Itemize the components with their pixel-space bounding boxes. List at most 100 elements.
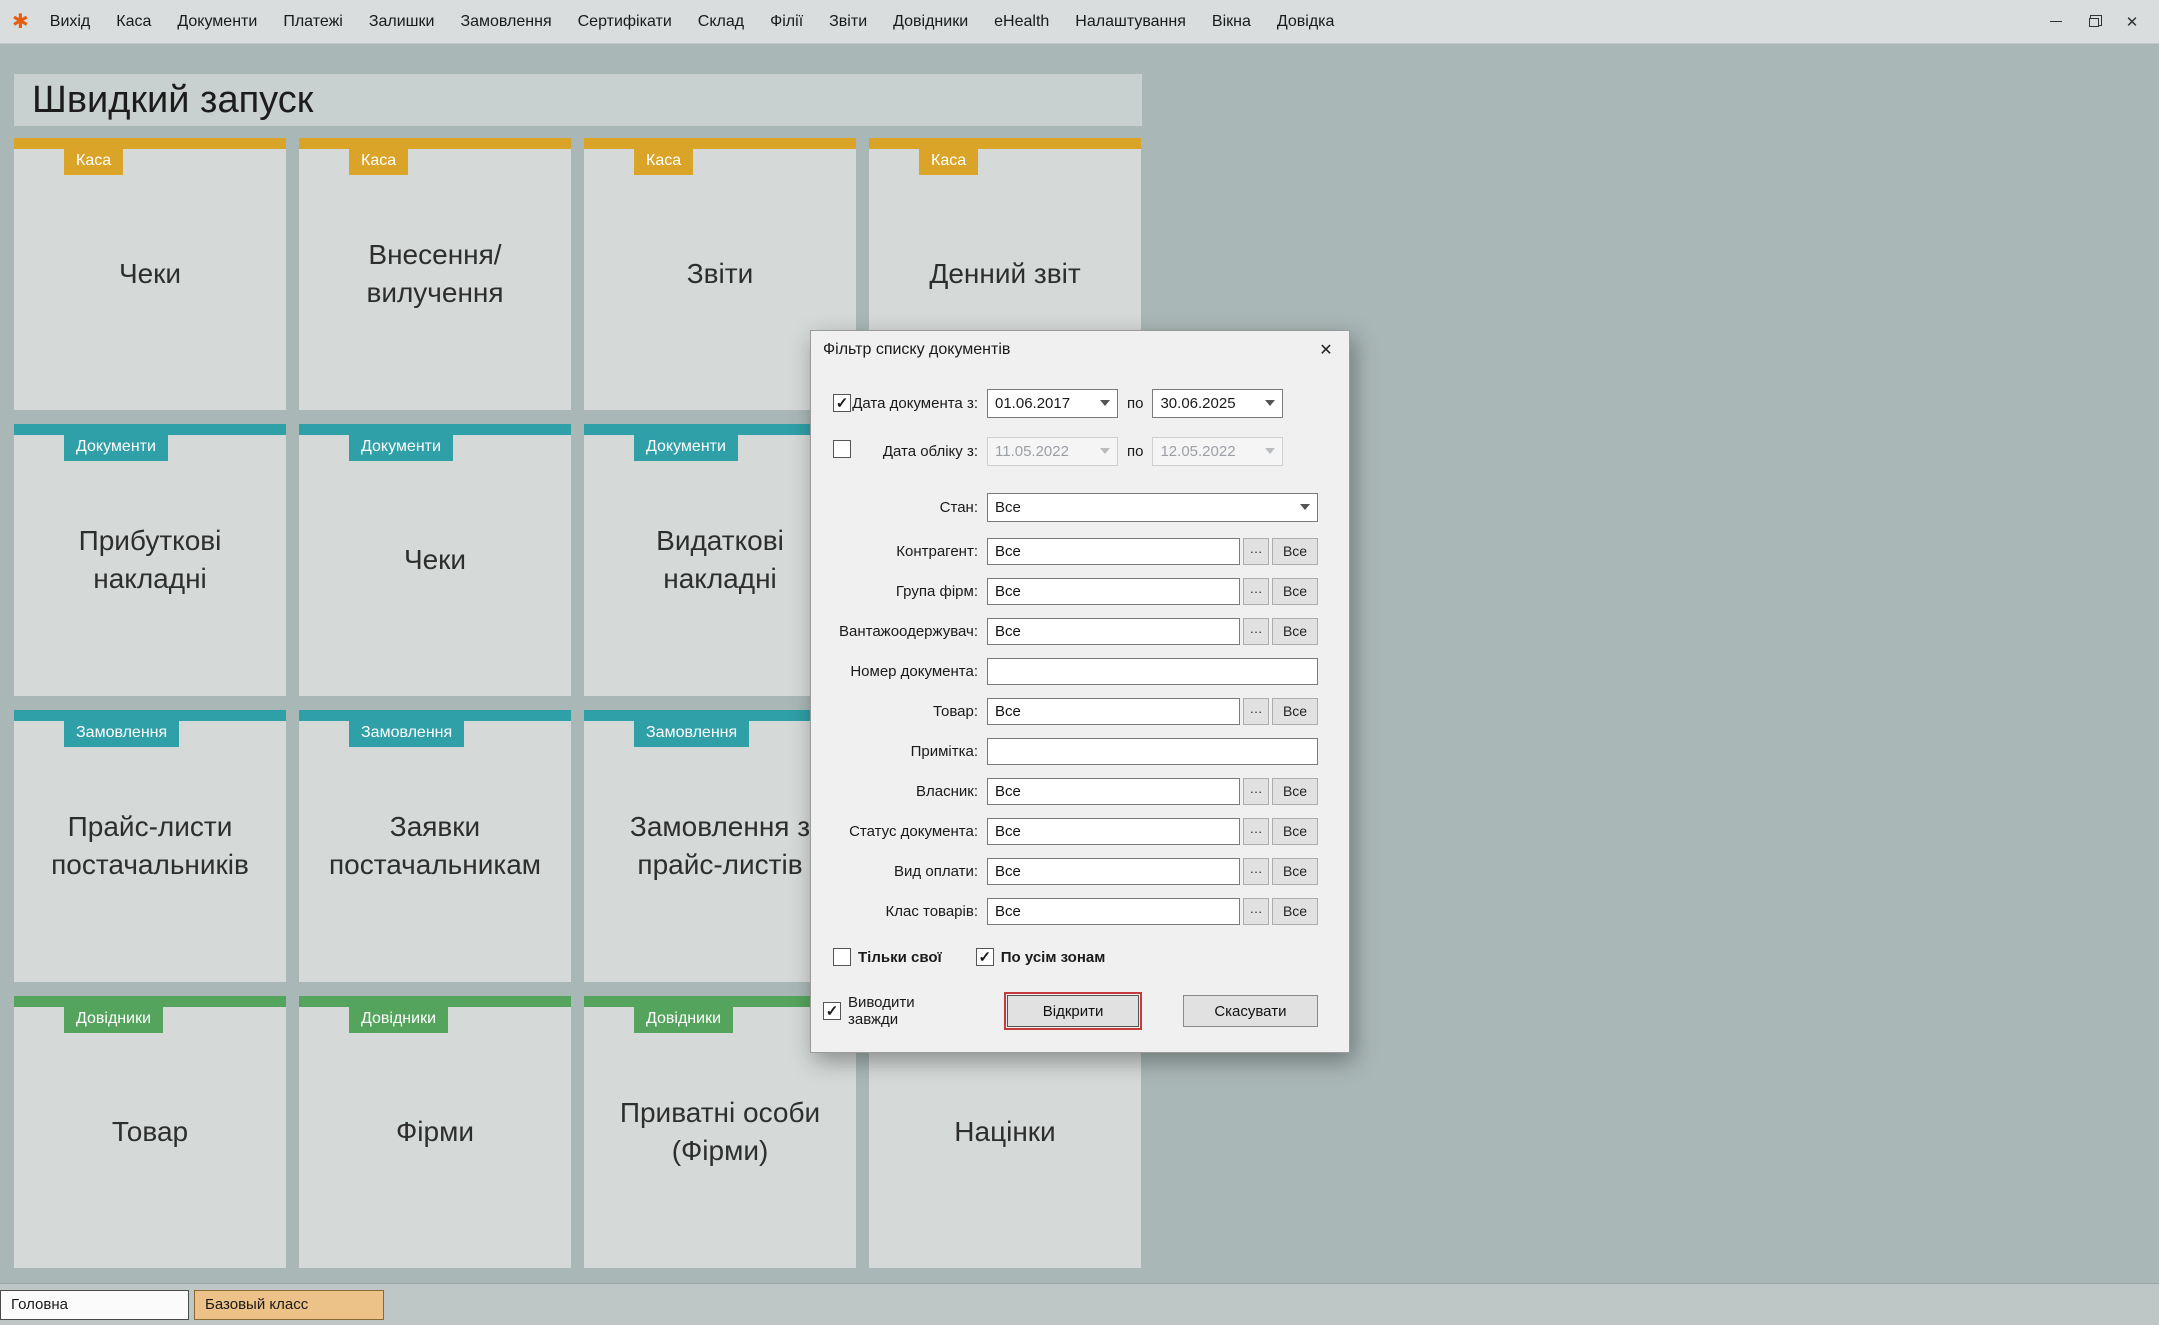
status-dokumenta-input[interactable] [987, 817, 1240, 845]
dropdown-arrow-icon [1265, 448, 1276, 454]
field-label: Примітка: [910, 742, 978, 760]
tile-kasa-cheky[interactable]: Каса Чеки [14, 138, 286, 410]
window-controls: ✕ [2037, 7, 2151, 37]
prymitka-row: Примітка: [811, 731, 1318, 771]
menu-filii[interactable]: Філії [757, 13, 816, 31]
tile-firmy[interactable]: Довідники Фірми [299, 996, 571, 1268]
minimize-button[interactable] [2037, 7, 2075, 37]
tile-vnesennya-vyluchennya[interactable]: Каса Внесення/вилучення [299, 138, 571, 410]
all-button[interactable]: Все [1272, 777, 1318, 805]
tilky-svoi-checkbox[interactable] [833, 948, 851, 966]
klas-tovariv-row: Клас товарів: … Все [811, 891, 1318, 931]
menu-dokumenty[interactable]: Документи [164, 13, 270, 31]
lookup-ellipsis-button[interactable]: … [1243, 777, 1269, 805]
po-usim-zonam-label: По усім зонам [1000, 948, 1106, 966]
kontragent-row: Контрагент: … Все [811, 531, 1318, 571]
date-accounting-row: Дата обліку з: 11.05.2022 по 12.05.2022 [811, 427, 1318, 475]
menu-dovidka[interactable]: Довідка [1264, 13, 1348, 31]
tile-dokumenty-cheky[interactable]: Документи Чеки [299, 424, 571, 696]
restore-button[interactable] [2075, 7, 2113, 37]
lookup-ellipsis-button[interactable]: … [1243, 537, 1269, 565]
all-button[interactable]: Все [1272, 697, 1318, 725]
menu-zvity[interactable]: Звіти [816, 13, 880, 31]
menu-kasa[interactable]: Каса [103, 13, 164, 31]
state-label: Стан: [939, 498, 978, 516]
date-document-checkbox[interactable] [833, 394, 851, 412]
all-button[interactable]: Все [1272, 617, 1318, 645]
filter-dialog: Фільтр списку документів ✕ Дата документ… [810, 330, 1350, 1053]
tile-label: Фірми [396, 1116, 474, 1148]
tilky-svoi-label: Тільки свої [858, 948, 942, 966]
field-label: Група фірм: [895, 582, 978, 600]
dialog-close-icon[interactable]: ✕ [1303, 331, 1349, 369]
state-select[interactable]: Все [987, 492, 1318, 522]
field-label: Вантажоодержувач: [839, 622, 978, 640]
field-label: Клас товарів: [885, 902, 979, 920]
tovar-input[interactable] [987, 697, 1240, 725]
tovar-row: Товар: … Все [811, 691, 1318, 731]
dialog-titlebar: Фільтр списку документів ✕ [811, 331, 1349, 369]
close-icon: ✕ [2125, 13, 2139, 31]
date-accounting-checkbox[interactable] [833, 440, 851, 458]
open-button[interactable]: Відкрити [1004, 992, 1142, 1030]
tab-bazovyi-klass[interactable]: Базовый класс [194, 1289, 384, 1320]
menu-sklad[interactable]: Склад [685, 13, 757, 31]
lookup-ellipsis-button[interactable]: … [1243, 857, 1269, 885]
tile-prybutkovi-nakladni[interactable]: Документи Прибуткові накладні [14, 424, 286, 696]
field-label: Контрагент: [896, 542, 978, 560]
app-logo-icon: ✱ [12, 11, 29, 33]
vlasnyk-input[interactable] [987, 777, 1240, 805]
all-button[interactable]: Все [1272, 897, 1318, 925]
menu-platezhi[interactable]: Платежі [270, 13, 356, 31]
close-button[interactable]: ✕ [2113, 7, 2151, 37]
date-accounting-label: Дата обліку з: [882, 442, 978, 460]
date-accounting-from-select: 11.05.2022 [987, 436, 1118, 466]
dialog-title: Фільтр списку документів [823, 341, 1011, 358]
menu-vykhid[interactable]: Вихід [37, 13, 104, 31]
all-button[interactable]: Все [1272, 817, 1318, 845]
nomer-dokumenta-input[interactable] [987, 657, 1318, 685]
menu-vikna[interactable]: Вікна [1199, 13, 1264, 31]
state-row: Стан: Все [811, 483, 1318, 531]
date-document-label: Дата документа з: [852, 394, 978, 412]
menu-zamovlennya[interactable]: Замовлення [447, 13, 564, 31]
grupa-firm-row: Група фірм: … Все [811, 571, 1318, 611]
dialog-footer: Виводити завжди Відкрити Скасувати [811, 991, 1318, 1031]
date-document-row: Дата документа з: 01.06.2017 по 30.06.20… [811, 379, 1318, 427]
menu-sertyfikaty[interactable]: Сертифікати [565, 13, 685, 31]
tile-zaiavky-postachalnykam[interactable]: Замовлення Заявки постачальникам [299, 710, 571, 982]
lookup-ellipsis-button[interactable]: … [1243, 897, 1269, 925]
tile-label: Прибуткові накладні [78, 525, 222, 594]
cancel-button[interactable]: Скасувати [1182, 995, 1318, 1027]
vantazhooderzhuvach-input[interactable] [987, 617, 1240, 645]
vyvodyty-zavzhdy-checkbox[interactable] [823, 1002, 841, 1020]
menu-zalyshky[interactable]: Залишки [356, 13, 448, 31]
tile-label: Прайс-листи постачальників [51, 811, 249, 880]
kontragent-input[interactable] [987, 537, 1240, 565]
lookup-ellipsis-button[interactable]: … [1243, 577, 1269, 605]
klas-tovariv-input[interactable] [987, 897, 1240, 925]
tile-prais-lysty-postachalnykiv[interactable]: Замовлення Прайс-листи постачальників [14, 710, 286, 982]
tab-holovna[interactable]: Головна [0, 1289, 189, 1320]
restore-icon [2089, 18, 2099, 27]
all-button[interactable]: Все [1272, 537, 1318, 565]
vyd-oplaty-input[interactable] [987, 857, 1240, 885]
tile-label: Чеки [118, 258, 182, 290]
date-document-from-select[interactable]: 01.06.2017 [987, 388, 1118, 418]
menu-nalashtuvannya[interactable]: Налаштування [1062, 13, 1199, 31]
grupa-firm-input[interactable] [987, 577, 1240, 605]
prymitka-input[interactable] [987, 737, 1318, 765]
menu-ehealth[interactable]: eHealth [981, 13, 1062, 31]
all-button[interactable]: Все [1272, 857, 1318, 885]
tile-tovar[interactable]: Довідники Товар [14, 996, 286, 1268]
lookup-ellipsis-button[interactable]: … [1243, 817, 1269, 845]
toggles-row: Тільки свої По усім зонам [811, 937, 1318, 977]
vyd-oplaty-row: Вид оплати: … Все [811, 851, 1318, 891]
po-usim-zonam-checkbox[interactable] [975, 948, 994, 966]
all-button[interactable]: Все [1272, 577, 1318, 605]
lookup-ellipsis-button[interactable]: … [1243, 617, 1269, 645]
date-document-to-select[interactable]: 30.06.2025 [1152, 388, 1284, 418]
menu-dovidnyky[interactable]: Довідники [880, 13, 981, 31]
lookup-ellipsis-button[interactable]: … [1243, 697, 1269, 725]
field-label: Статус документа: [849, 822, 978, 840]
